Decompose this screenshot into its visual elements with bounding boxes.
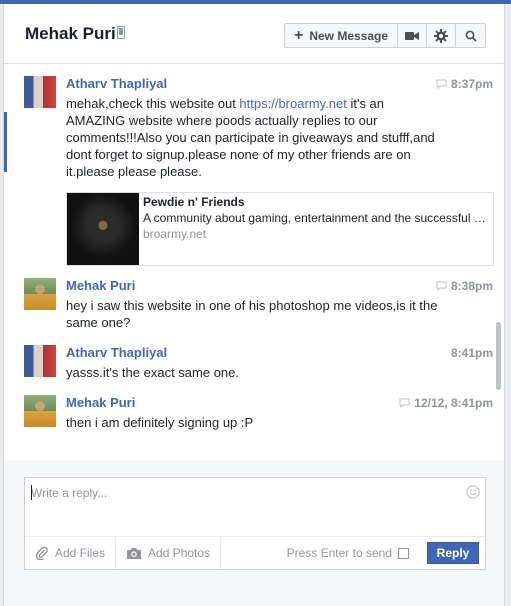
avatar[interactable] xyxy=(24,395,56,427)
avatar[interactable] xyxy=(24,345,56,377)
add-files-label: Add Files xyxy=(55,546,106,560)
sender-name[interactable]: Atharv Thapliyal xyxy=(66,76,167,91)
chat-bubble-icon xyxy=(436,281,447,291)
message-time: 8:38pm xyxy=(436,279,493,293)
link-preview-title: Pewdie n' Friends xyxy=(143,195,245,209)
reply-composer: Add Files Add Photos Press Enter to send… xyxy=(24,477,486,570)
message-link[interactable]: https://broarmy.net xyxy=(239,96,346,111)
emoji-icon[interactable] xyxy=(466,485,480,499)
mobile-icon xyxy=(117,26,125,39)
avatar[interactable] xyxy=(24,278,56,310)
message-time: 8:37pm xyxy=(436,77,493,91)
text-caret xyxy=(31,485,32,500)
conversation-title: Mehak Puri xyxy=(25,24,116,43)
message-text: hey i saw this website in one of his pho… xyxy=(66,298,438,330)
message-item: Mehak Puri 8:38pm hey i saw this website… xyxy=(4,278,504,338)
add-photos-button[interactable]: Add Photos xyxy=(116,537,222,569)
message-item: Mehak Puri 12/12, 8:41pm then i am defin… xyxy=(4,395,504,439)
reply-button[interactable]: Reply xyxy=(427,542,479,564)
message-item: Atharv Thapliyal 8:41pm yasss.it's the e… xyxy=(4,345,504,389)
header-toolbar: + New Message xyxy=(284,23,486,48)
message-text: yasss.it's the exact same one. xyxy=(66,365,240,380)
sender-name[interactable]: Mehak Puri xyxy=(66,278,135,293)
new-message-label: New Message xyxy=(309,28,389,43)
paperclip-icon xyxy=(35,546,48,560)
press-enter-checkbox[interactable] xyxy=(398,547,409,559)
camera-icon xyxy=(127,547,142,559)
gear-icon xyxy=(434,28,448,43)
conversation-header: Mehak Puri + New Message xyxy=(4,4,504,64)
press-enter-label: Press Enter to send xyxy=(286,546,392,560)
add-files-button[interactable]: Add Files xyxy=(25,537,117,569)
chat-bubble-icon xyxy=(399,398,410,408)
new-message-button[interactable]: + New Message xyxy=(285,24,398,47)
link-preview-thumbnail xyxy=(67,193,139,265)
avatar[interactable] xyxy=(24,76,56,108)
search-button[interactable] xyxy=(456,24,485,47)
plus-icon: + xyxy=(293,26,304,44)
chat-bubble-icon xyxy=(436,79,447,89)
link-preview-description: A community about gaming, entertainment … xyxy=(143,211,491,225)
reply-input[interactable] xyxy=(31,482,451,504)
sender-name[interactable]: Mehak Puri xyxy=(66,395,135,410)
link-preview-card[interactable]: Pewdie n' Friends A community about gami… xyxy=(66,192,494,266)
message-thread[interactable]: Atharv Thapliyal 8:37pm mehak,check this… xyxy=(4,64,504,460)
add-photos-label: Add Photos xyxy=(148,546,211,560)
message-text: then i am definitely signing up :P xyxy=(66,415,254,430)
thread-scrollbar[interactable] xyxy=(496,322,501,390)
message-time: 8:41pm xyxy=(450,346,493,360)
message-item: Atharv Thapliyal 8:37pm mehak,check this… xyxy=(4,76,504,278)
conversation-panel: Mehak Puri + New Message Atharv Thapliya… xyxy=(3,4,505,606)
send-controls: Press Enter to send Reply xyxy=(287,542,479,564)
message-time: 12/12, 8:41pm xyxy=(399,396,493,410)
link-preview-domain: broarmy.net xyxy=(143,227,207,241)
settings-button[interactable] xyxy=(427,24,456,47)
video-call-button[interactable] xyxy=(398,24,427,47)
video-camera-icon xyxy=(405,31,419,40)
sender-name[interactable]: Atharv Thapliyal xyxy=(66,345,167,360)
message-text: mehak,check this website out https://bro… xyxy=(66,96,435,179)
search-icon xyxy=(465,30,477,42)
